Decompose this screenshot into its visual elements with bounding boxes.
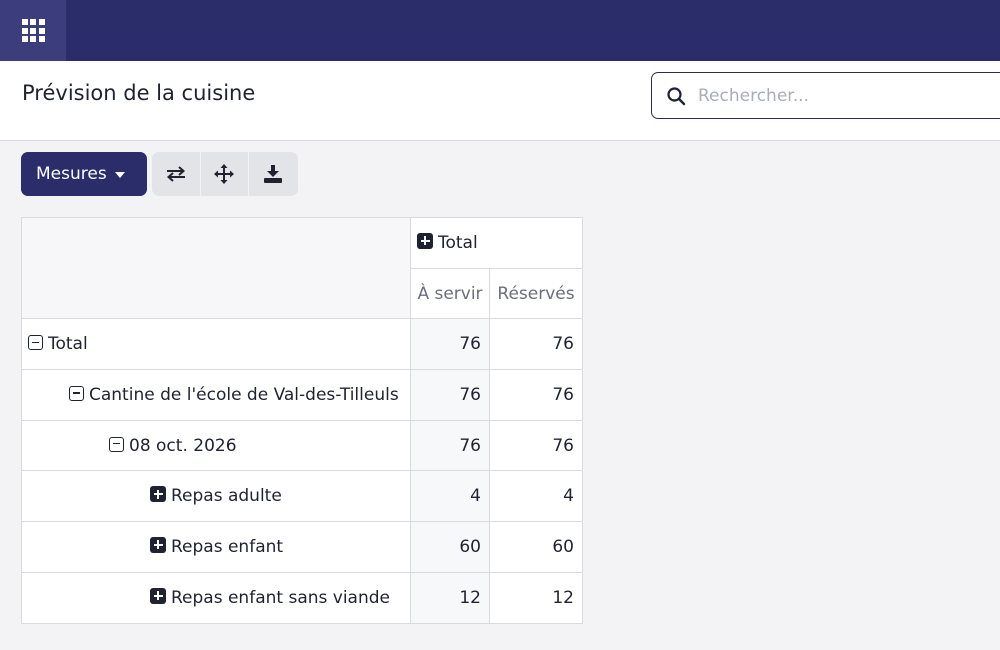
row-header-repas-adulte[interactable]: Repas adulte xyxy=(21,470,411,523)
cell-value: 4 xyxy=(410,470,490,523)
measures-label: Mesures xyxy=(36,164,107,184)
pivot-action-group xyxy=(152,152,298,196)
row-label: Repas adulte xyxy=(171,486,282,507)
minus-square-icon xyxy=(109,436,124,452)
measure-header-reserves[interactable]: Réservés xyxy=(489,267,583,320)
swap-axes-icon xyxy=(166,166,185,182)
control-panel: Prévision de la cuisine xyxy=(0,61,1000,141)
cell-value: 4 xyxy=(489,470,583,523)
cell-value: 12 xyxy=(489,571,583,624)
row-label: 08 oct. 2026 xyxy=(129,435,237,456)
measures-dropdown-button[interactable]: Mesures xyxy=(21,152,147,196)
search-box[interactable] xyxy=(651,72,1000,119)
download-icon xyxy=(264,165,283,183)
plus-square-icon xyxy=(150,536,166,553)
row-label: Cantine de l'école de Val-des-Tilleuls xyxy=(89,384,399,405)
table-row: 08 oct. 2026 76 76 xyxy=(21,419,583,472)
table-row: Cantine de l'école de Val-des-Tilleuls 7… xyxy=(21,369,583,421)
cell-value: 76 xyxy=(410,419,490,472)
plus-square-icon xyxy=(150,587,166,604)
row-label: Total xyxy=(48,334,88,355)
pivot-corner-cell xyxy=(21,216,411,320)
cell-value: 60 xyxy=(489,521,583,573)
row-label: Repas enfant sans viande xyxy=(171,587,390,608)
cell-value: 12 xyxy=(410,571,490,624)
expand-all-button[interactable] xyxy=(200,152,249,196)
download-button[interactable] xyxy=(249,152,298,196)
cell-value: 60 xyxy=(410,521,490,573)
row-header-repas-enfant-sans-viande[interactable]: Repas enfant sans viande xyxy=(21,571,411,624)
flip-axis-button[interactable] xyxy=(152,152,201,196)
table-row: Total 76 76 xyxy=(21,318,583,371)
top-navbar xyxy=(0,0,1000,61)
row-header-total[interactable]: Total xyxy=(21,318,411,371)
cell-value: 76 xyxy=(489,419,583,472)
page-title: Prévision de la cuisine xyxy=(22,81,256,105)
row-header-repas-enfant[interactable]: Repas enfant xyxy=(21,521,411,573)
table-row: Repas adulte 4 4 xyxy=(21,470,583,523)
row-header-date[interactable]: 08 oct. 2026 xyxy=(21,419,411,472)
apps-menu-button[interactable] xyxy=(0,0,66,61)
search-icon xyxy=(667,87,686,106)
plus-square-icon xyxy=(150,486,166,503)
search-input[interactable] xyxy=(698,82,978,110)
row-header-cantine[interactable]: Cantine de l'école de Val-des-Tilleuls xyxy=(21,369,411,421)
row-label: Repas enfant xyxy=(171,536,284,557)
column-header-label: Total xyxy=(438,232,478,253)
pivot-table: Total À servir Réservés Total 76 76 Cant… xyxy=(21,216,583,624)
table-row: Repas enfant 60 60 xyxy=(21,521,583,573)
minus-square-icon xyxy=(69,385,84,401)
minus-square-icon xyxy=(28,335,43,351)
caret-down-icon xyxy=(114,172,125,178)
apps-grid-icon xyxy=(21,19,45,42)
cell-value: 76 xyxy=(489,369,583,421)
pivot-column-header-total[interactable]: Total xyxy=(410,217,583,269)
cell-value: 76 xyxy=(410,369,490,421)
expand-all-icon xyxy=(214,164,235,184)
measure-header-a-servir[interactable]: À servir xyxy=(410,267,490,320)
plus-square-icon xyxy=(417,232,433,249)
cell-value: 76 xyxy=(489,318,583,371)
table-row: Repas enfant sans viande 12 12 xyxy=(21,571,583,624)
cell-value: 76 xyxy=(410,318,490,371)
